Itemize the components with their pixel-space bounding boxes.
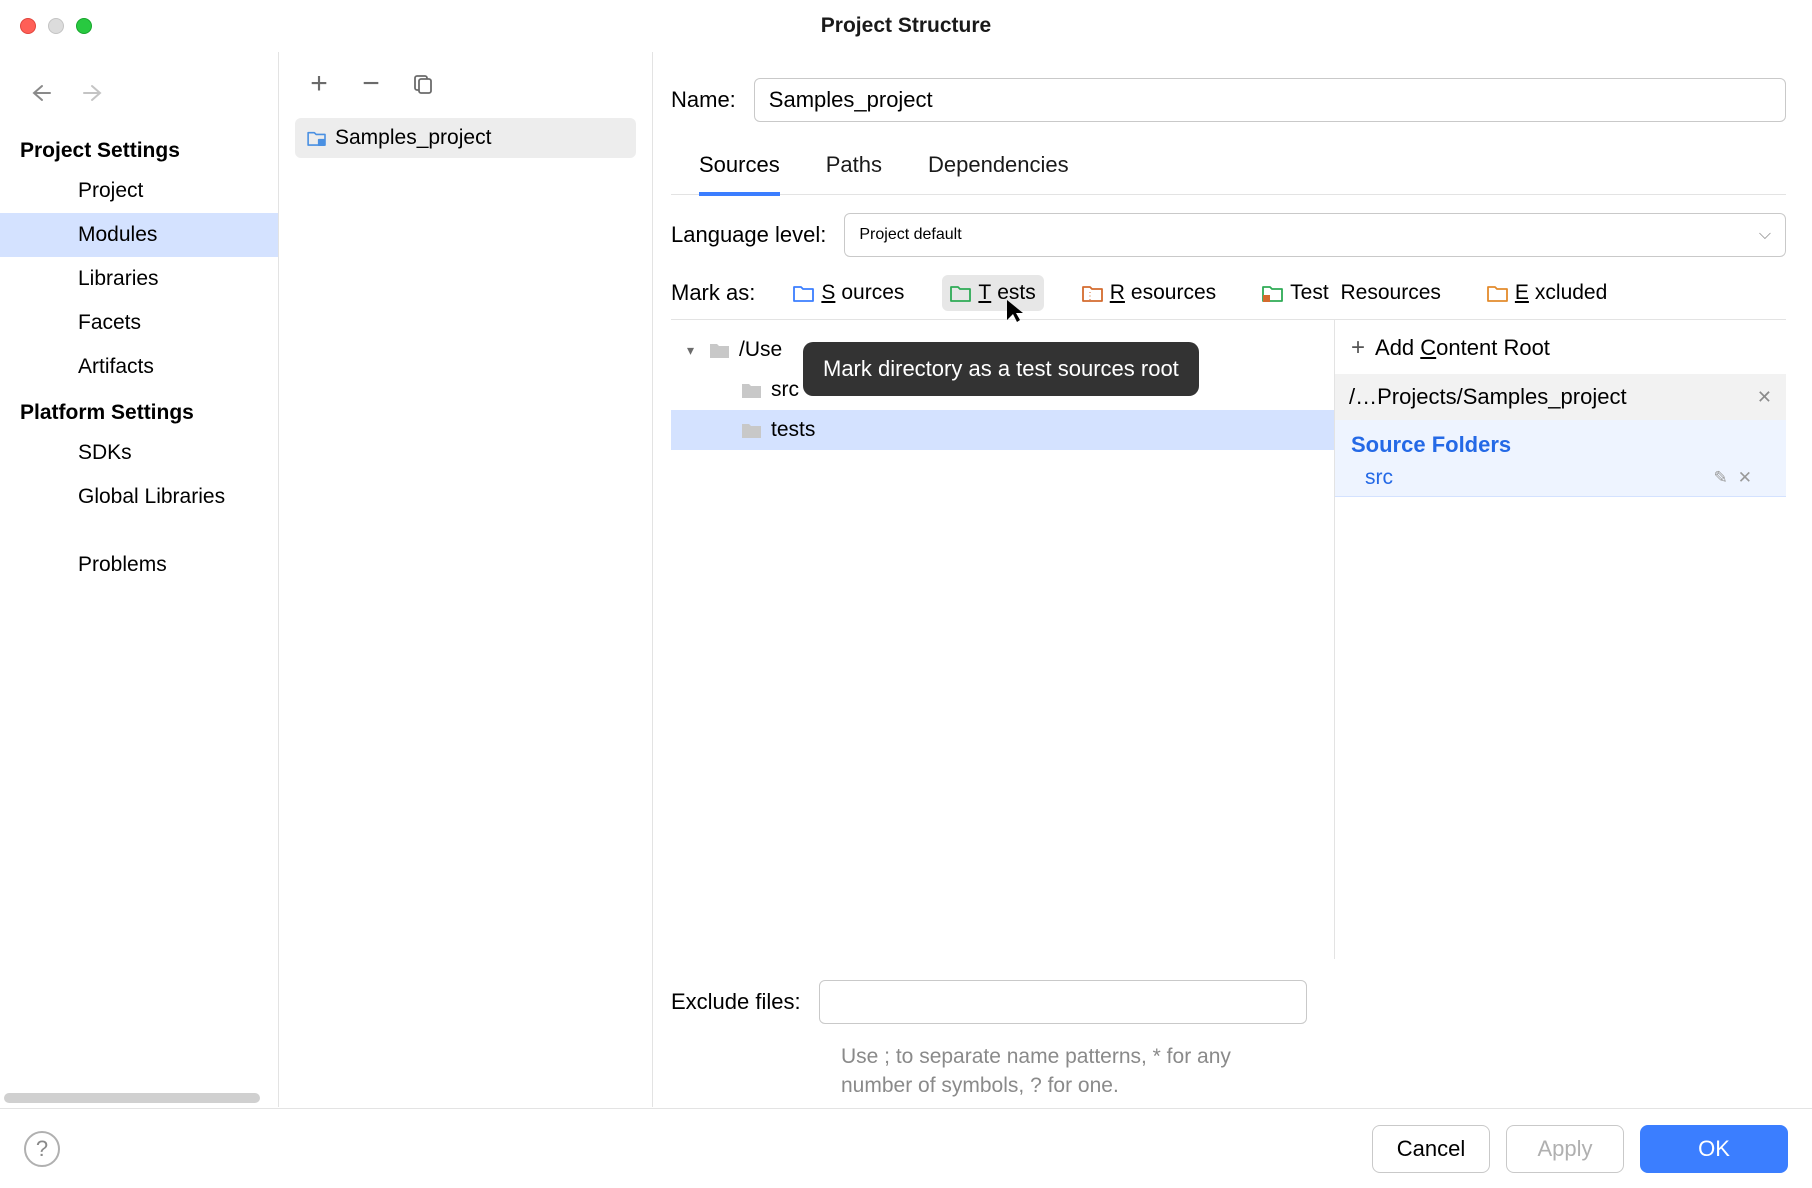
language-level-label: Language level: bbox=[671, 222, 826, 248]
module-name-input[interactable] bbox=[754, 78, 1786, 122]
language-level-select[interactable]: Project default ⌵ bbox=[844, 213, 1786, 257]
chevron-down-icon: ⌵ bbox=[1759, 226, 1771, 244]
folder-test-resources-icon bbox=[1262, 284, 1284, 302]
mark-sources-button[interactable]: Sources bbox=[785, 275, 912, 311]
module-icon bbox=[307, 130, 327, 146]
mark-resources-label-u: R bbox=[1110, 281, 1125, 305]
source-folders-header: Source Folders bbox=[1335, 420, 1786, 462]
module-tabs: Sources Paths Dependencies bbox=[671, 140, 1786, 195]
content-root-label: Add Content Root bbox=[1375, 335, 1550, 361]
exclude-files-input[interactable] bbox=[819, 980, 1307, 1024]
mark-tests-button[interactable]: Tests bbox=[942, 275, 1043, 311]
content-root-path-text: /…Projects/Samples_project bbox=[1349, 384, 1627, 410]
mark-tests-label-u: T bbox=[978, 281, 991, 305]
mark-excluded-label-u: E bbox=[1515, 281, 1529, 305]
sidebar-item-sdks[interactable]: SDKs bbox=[0, 431, 278, 475]
language-level-value: Project default bbox=[859, 226, 961, 244]
window-minimize-icon bbox=[48, 18, 64, 34]
apply-button[interactable]: Apply bbox=[1506, 1125, 1624, 1173]
section-header-project: Project Settings bbox=[0, 104, 278, 163]
settings-sidebar: Project Settings Project Modules Librari… bbox=[0, 52, 279, 1107]
sidebar-scrollbar[interactable] bbox=[4, 1093, 260, 1103]
folder-resources-icon: ⋮ bbox=[1082, 284, 1104, 302]
titlebar: Project Structure bbox=[0, 0, 1812, 52]
folder-icon bbox=[709, 341, 731, 359]
cursor-icon bbox=[1005, 298, 1025, 331]
tooltip: Mark directory as a test sources root bbox=[803, 342, 1199, 396]
mark-resources-button[interactable]: ⋮ Resources bbox=[1074, 275, 1224, 311]
chevron-down-icon: ▾ bbox=[687, 342, 701, 359]
section-header-platform: Platform Settings bbox=[0, 389, 278, 425]
plus-icon: + bbox=[1351, 334, 1365, 362]
tree-item-tests[interactable]: tests bbox=[671, 410, 1334, 450]
sidebar-item-problems[interactable]: Problems bbox=[0, 543, 278, 587]
edit-folder-button[interactable]: ✎ bbox=[1714, 468, 1728, 488]
tab-paths[interactable]: Paths bbox=[826, 140, 882, 194]
source-tree: ▾ /Use src tests bbox=[671, 320, 1334, 959]
source-folder-label: src bbox=[1365, 466, 1393, 490]
sidebar-item-artifacts[interactable]: Artifacts bbox=[0, 345, 278, 389]
name-label: Name: bbox=[671, 87, 736, 113]
mark-test-resources-label: Test bbox=[1290, 281, 1334, 305]
add-module-button[interactable]: + bbox=[307, 72, 331, 96]
content-roots-panel: + Add Content Root /…Projects/Samples_pr… bbox=[1334, 320, 1786, 959]
folder-sources-icon bbox=[793, 284, 815, 302]
svg-text:⋮: ⋮ bbox=[1085, 291, 1095, 302]
tree-item-label: tests bbox=[771, 418, 815, 442]
window-close-icon[interactable] bbox=[20, 18, 36, 34]
exclude-files-label: Exclude files: bbox=[671, 989, 801, 1015]
mark-test-resources-button[interactable]: Test Resources bbox=[1254, 275, 1449, 311]
module-item[interactable]: Samples_project bbox=[295, 118, 636, 158]
nav-back-button[interactable] bbox=[30, 82, 52, 104]
source-folder-item[interactable]: src ✎ ✕ bbox=[1335, 462, 1786, 497]
sidebar-item-libraries[interactable]: Libraries bbox=[0, 257, 278, 301]
ok-button[interactable]: OK bbox=[1640, 1125, 1788, 1173]
module-detail-panel: Name: Sources Paths Dependencies Languag… bbox=[653, 52, 1812, 1107]
sidebar-item-global-libraries[interactable]: Global Libraries bbox=[0, 475, 278, 519]
tree-item-label: src bbox=[771, 378, 799, 402]
window-title: Project Structure bbox=[0, 14, 1812, 38]
mark-sources-label-u: S bbox=[821, 281, 835, 305]
module-item-label: Samples_project bbox=[335, 126, 491, 150]
cancel-button[interactable]: Cancel bbox=[1372, 1125, 1490, 1173]
tab-dependencies[interactable]: Dependencies bbox=[928, 140, 1069, 194]
remove-root-button[interactable]: ✕ bbox=[1757, 387, 1772, 408]
sidebar-item-facets[interactable]: Facets bbox=[0, 301, 278, 345]
modules-list-panel: + − Samples_project bbox=[279, 52, 653, 1107]
help-button[interactable]: ? bbox=[24, 1131, 60, 1167]
sidebar-item-modules[interactable]: Modules bbox=[0, 213, 278, 257]
nav-forward-button[interactable] bbox=[82, 82, 104, 104]
mark-test-resources-label2: Resources bbox=[1341, 281, 1441, 305]
add-content-root-button[interactable]: + Add Content Root bbox=[1335, 330, 1786, 374]
content-root-path[interactable]: /…Projects/Samples_project ✕ bbox=[1335, 374, 1786, 420]
folder-tests-icon bbox=[950, 284, 972, 302]
mark-as-label: Mark as: bbox=[671, 280, 755, 306]
mark-sources-label: ources bbox=[841, 281, 904, 305]
remove-folder-button[interactable]: ✕ bbox=[1738, 468, 1752, 488]
folder-icon bbox=[741, 381, 763, 399]
folder-icon bbox=[741, 421, 763, 439]
mark-resources-label: esources bbox=[1131, 281, 1216, 305]
sidebar-item-project[interactable]: Project bbox=[0, 169, 278, 213]
tree-root-label: /Use bbox=[739, 338, 782, 362]
copy-module-button[interactable] bbox=[411, 72, 435, 96]
window-zoom-icon[interactable] bbox=[76, 18, 92, 34]
folder-excluded-icon bbox=[1487, 284, 1509, 302]
mark-excluded-label: xcluded bbox=[1535, 281, 1607, 305]
mark-excluded-button[interactable]: Excluded bbox=[1479, 275, 1615, 311]
dialog-footer: ? Cancel Apply OK bbox=[0, 1108, 1812, 1188]
tab-sources[interactable]: Sources bbox=[699, 140, 780, 196]
exclude-files-hint: Use ; to separate name patterns, * for a… bbox=[841, 1042, 1307, 1101]
remove-module-button[interactable]: − bbox=[359, 72, 383, 96]
